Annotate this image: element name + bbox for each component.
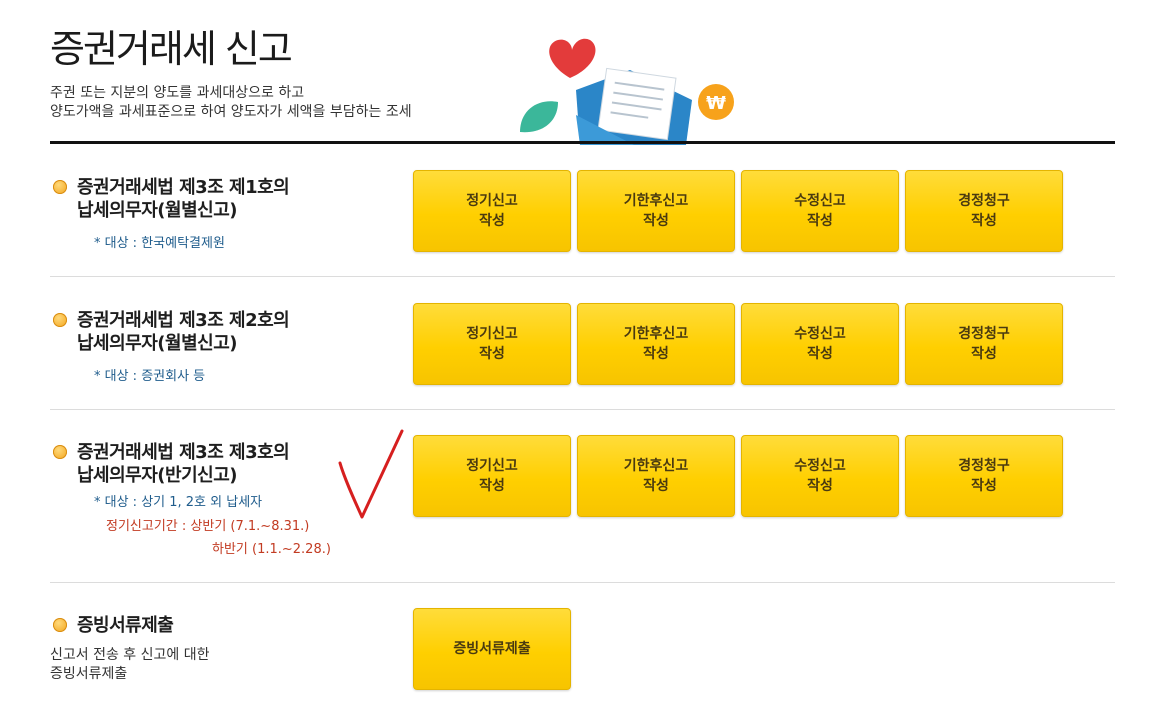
- late-report-button[interactable]: 기한후신고작성: [577, 170, 735, 252]
- button-label: 수정신고: [794, 326, 846, 342]
- section-heading-line-2: 납세의무자(월별신고): [77, 200, 238, 221]
- button-label: 정기신고: [466, 326, 518, 342]
- button-sublabel: 작성: [807, 478, 833, 494]
- section-heading-line-1: 증빙서류제출: [77, 615, 174, 636]
- section-heading: 증권거래세법 제3조 제1호의 납세의무자(월별신고): [53, 176, 290, 222]
- button-label: 기한후신고: [623, 458, 689, 474]
- button-sublabel: 작성: [643, 478, 669, 494]
- regular-report-button[interactable]: 정기신고작성: [413, 170, 571, 252]
- section-evidence-submission: 증빙서류제출 신고서 전송 후 신고에 대한 증빙서류제출: [50, 614, 1115, 694]
- heart-icon: [549, 38, 596, 78]
- header-illustration: ₩: [520, 38, 734, 145]
- evidence-submit-button[interactable]: 증빙서류제출: [413, 608, 571, 690]
- button-sublabel: 작성: [479, 213, 505, 229]
- svg-text:₩: ₩: [706, 93, 726, 114]
- late-report-button[interactable]: 기한후신고작성: [577, 435, 735, 517]
- section-heading-line-2: 납세의무자(월별신고): [77, 333, 238, 354]
- button-label: 정기신고: [466, 458, 518, 474]
- button-label: 증빙서류제출: [453, 641, 531, 657]
- section-heading: 증권거래세법 제3조 제2호의 납세의무자(월별신고): [53, 309, 290, 355]
- section-heading-line-1: 증권거래세법 제3조 제2호의: [77, 310, 290, 331]
- button-sublabel: 작성: [807, 346, 833, 362]
- won-coin-icon: ₩: [698, 84, 734, 120]
- bullet-dot-icon: [53, 445, 67, 459]
- button-sublabel: 작성: [643, 213, 669, 229]
- header-divider: [50, 141, 1115, 144]
- amended-report-button[interactable]: 수정신고작성: [741, 303, 899, 385]
- section-heading: 증빙서류제출: [53, 614, 174, 637]
- late-report-button[interactable]: 기한후신고작성: [577, 303, 735, 385]
- section-target: * 대상 : 상기 1, 2호 외 납세자: [94, 495, 263, 510]
- regular-report-button[interactable]: 정기신고작성: [413, 435, 571, 517]
- filing-period-first-half: 정기신고기간 : 상반기 (7.1.~8.31.): [106, 519, 310, 534]
- leaf-icon: [520, 101, 558, 133]
- section-heading-line-1: 증권거래세법 제3조 제1호의: [77, 177, 290, 198]
- button-sublabel: 작성: [479, 346, 505, 362]
- correction-claim-button[interactable]: 경정청구작성: [905, 303, 1063, 385]
- envelope-icon: [576, 67, 692, 145]
- button-label: 경정청구: [958, 326, 1010, 342]
- button-label: 경정청구: [958, 458, 1010, 474]
- description-line-1: 주권 또는 지분의 양도를 과세대상으로 하고: [50, 85, 305, 101]
- button-sublabel: 작성: [971, 478, 997, 494]
- section-heading-line-1: 증권거래세법 제3조 제3호의: [77, 442, 290, 463]
- correction-claim-button[interactable]: 경정청구작성: [905, 435, 1063, 517]
- page-description: 주권 또는 지분의 양도를 과세대상으로 하고 양도가액을 과세표준으로 하여 …: [50, 84, 412, 122]
- button-sublabel: 작성: [971, 346, 997, 362]
- description-line-2: 양도가액을 과세표준으로 하여 양도자가 세액을 부담하는 조세: [50, 104, 412, 120]
- button-sublabel: 작성: [479, 478, 505, 494]
- bullet-dot-icon: [53, 618, 67, 632]
- section-heading: 증권거래세법 제3조 제3호의 납세의무자(반기신고): [53, 441, 290, 487]
- regular-report-button[interactable]: 정기신고작성: [413, 303, 571, 385]
- section-divider: [50, 409, 1115, 410]
- button-sublabel: 작성: [971, 213, 997, 229]
- button-label: 기한후신고: [623, 326, 689, 342]
- amended-report-button[interactable]: 수정신고작성: [741, 435, 899, 517]
- evidence-description: 신고서 전송 후 신고에 대한 증빙서류제출: [50, 646, 209, 684]
- correction-claim-button[interactable]: 경정청구작성: [905, 170, 1063, 252]
- check-mark-icon: [338, 429, 404, 519]
- section-target: * 대상 : 증권회사 등: [94, 369, 206, 384]
- bullet-dot-icon: [53, 313, 67, 327]
- button-label: 경정청구: [958, 193, 1010, 209]
- section-divider: [50, 276, 1115, 277]
- amended-report-button[interactable]: 수정신고작성: [741, 170, 899, 252]
- button-label: 정기신고: [466, 193, 518, 209]
- filing-period-second-half: 하반기 (1.1.~2.28.): [212, 542, 331, 557]
- evidence-description-line-2: 증빙서류제출: [50, 666, 128, 682]
- section-heading-line-2: 납세의무자(반기신고): [77, 465, 238, 486]
- evidence-description-line-1: 신고서 전송 후 신고에 대한: [50, 647, 210, 663]
- button-sublabel: 작성: [807, 213, 833, 229]
- page-title: 증권거래세 신고: [50, 27, 293, 71]
- button-label: 기한후신고: [623, 193, 689, 209]
- bullet-dot-icon: [53, 180, 67, 194]
- section-target: * 대상 : 한국예탁결제원: [94, 236, 225, 251]
- button-label: 수정신고: [794, 458, 846, 474]
- button-label: 수정신고: [794, 193, 846, 209]
- button-sublabel: 작성: [643, 346, 669, 362]
- section-divider: [50, 582, 1115, 583]
